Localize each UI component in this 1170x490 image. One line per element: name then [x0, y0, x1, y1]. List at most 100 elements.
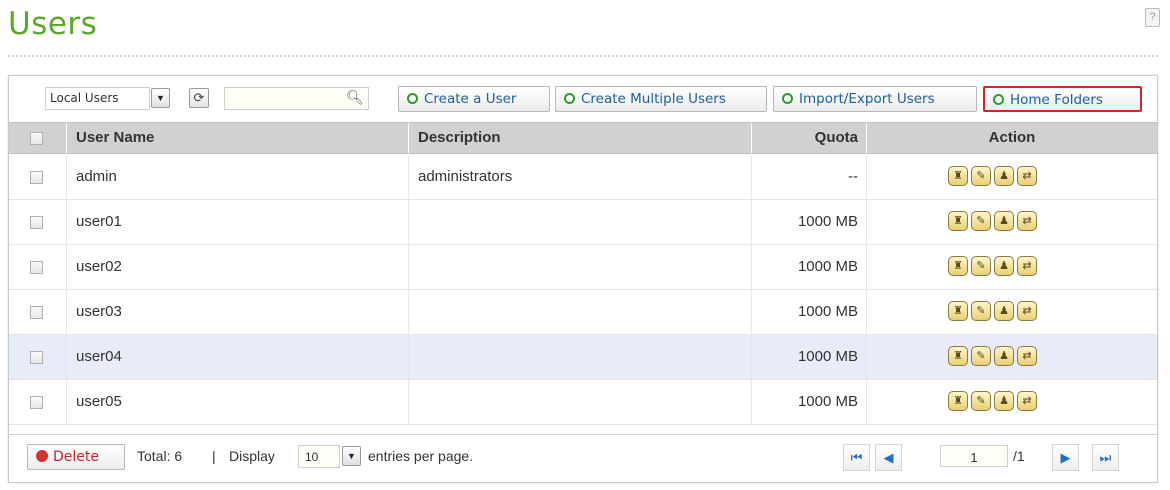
header-description[interactable]: Description [409, 123, 752, 153]
quota-cell: 1000 MB [752, 245, 867, 289]
total-pages: /1 [1013, 448, 1025, 464]
description-cell [409, 245, 752, 289]
quota-cell: -- [752, 155, 867, 199]
add-circle-icon [407, 93, 418, 104]
row-actions: ♜ ✎ ♟ ⇄ [948, 391, 1040, 413]
create-multiple-users-label: Create Multiple Users [581, 91, 726, 107]
row-checkbox[interactable] [30, 351, 43, 364]
quota-icon[interactable]: ♜ [948, 346, 968, 366]
create-multiple-users-button[interactable]: Create Multiple Users [555, 86, 767, 112]
delete-button[interactable]: Delete [27, 444, 125, 470]
header-action: Action [988, 129, 1036, 146]
user-name-cell: user05 [67, 380, 409, 424]
row-actions: ♜ ✎ ♟ ⇄ [948, 346, 1040, 368]
add-circle-icon [782, 93, 793, 104]
edit-icon[interactable]: ✎ [971, 391, 991, 411]
users-panel: Local Users ▼ ⟳ 🔍︎ Create a User Create … [8, 75, 1158, 483]
group-icon[interactable]: ♟ [994, 391, 1014, 411]
edit-icon[interactable]: ✎ [971, 346, 991, 366]
title-divider [8, 55, 1158, 57]
folder-permission-icon[interactable]: ⇄ [1017, 256, 1037, 276]
prev-page-icon[interactable]: ◀ [875, 444, 902, 471]
description-cell [409, 200, 752, 244]
description-cell [409, 290, 752, 334]
quota-icon[interactable]: ♜ [948, 301, 968, 321]
row-actions: ♜ ✎ ♟ ⇄ [948, 256, 1040, 278]
edit-icon[interactable]: ✎ [971, 166, 991, 186]
row-checkbox[interactable] [30, 396, 43, 409]
quota-cell: 1000 MB [752, 200, 867, 244]
create-user-label: Create a User [424, 91, 517, 107]
edit-icon[interactable]: ✎ [971, 301, 991, 321]
row-checkbox[interactable] [30, 216, 43, 229]
import-export-users-button[interactable]: Import/Export Users [773, 86, 977, 112]
quota-icon[interactable]: ♜ [948, 391, 968, 411]
quota-cell: 1000 MB [752, 290, 867, 334]
create-user-button[interactable]: Create a User [398, 86, 550, 112]
quota-cell: 1000 MB [752, 380, 867, 424]
header-select-cell [9, 123, 67, 153]
user-type-select[interactable]: Local Users [45, 87, 150, 110]
edit-icon[interactable]: ✎ [971, 256, 991, 276]
display-label: Display [229, 448, 275, 464]
import-export-users-label: Import/Export Users [799, 91, 935, 107]
row-actions: ♜ ✎ ♟ ⇄ [948, 166, 1040, 188]
folder-permission-icon[interactable]: ⇄ [1017, 391, 1037, 411]
group-icon[interactable]: ♟ [994, 211, 1014, 231]
header-user-name[interactable]: User Name [67, 123, 409, 153]
refresh-icon[interactable]: ⟳ [189, 88, 209, 108]
add-circle-icon [993, 94, 1004, 105]
edit-icon[interactable]: ✎ [971, 211, 991, 231]
home-folders-label: Home Folders [1010, 92, 1103, 108]
description-cell: administrators [409, 155, 752, 199]
row-checkbox[interactable] [30, 306, 43, 319]
page-size-dropdown-icon[interactable]: ▼ [342, 446, 361, 466]
table-row[interactable]: user05 1000 MB ♜ ✎ ♟ ⇄ [9, 380, 1157, 425]
quota-cell: 1000 MB [752, 335, 867, 379]
next-page-icon[interactable]: ▶ [1052, 444, 1079, 471]
home-folders-button[interactable]: Home Folders [983, 86, 1142, 112]
folder-permission-icon[interactable]: ⇄ [1017, 166, 1037, 186]
table-footer: Delete Total: 6 | Display 10 ▼ entries p… [9, 434, 1157, 482]
folder-permission-icon[interactable]: ⇄ [1017, 211, 1037, 231]
folder-permission-icon[interactable]: ⇄ [1017, 346, 1037, 366]
row-checkbox[interactable] [30, 261, 43, 274]
search-icon[interactable]: 🔍︎ [346, 89, 364, 106]
help-icon[interactable]: ? [1145, 8, 1160, 27]
delete-circle-icon [36, 450, 48, 462]
select-all-checkbox[interactable] [30, 132, 43, 145]
page-size-select[interactable]: 10 [298, 445, 340, 468]
user-type-dropdown-icon[interactable]: ▼ [151, 88, 170, 108]
user-name-cell: user01 [67, 200, 409, 244]
table-row[interactable]: admin administrators -- ♜ ✎ ♟ ⇄ [9, 155, 1157, 200]
entries-per-page-label: entries per page. [368, 448, 474, 464]
quota-icon[interactable]: ♜ [948, 211, 968, 231]
user-name-cell: admin [67, 155, 409, 199]
user-name-cell: user03 [67, 290, 409, 334]
user-name-cell: user04 [67, 335, 409, 379]
last-page-icon[interactable]: ⏭︎ [1092, 444, 1119, 471]
group-icon[interactable]: ♟ [994, 346, 1014, 366]
group-icon[interactable]: ♟ [994, 166, 1014, 186]
first-page-icon[interactable]: ⏮︎ [843, 444, 870, 471]
table-row[interactable]: user01 1000 MB ♜ ✎ ♟ ⇄ [9, 200, 1157, 245]
toolbar: Local Users ▼ ⟳ 🔍︎ Create a User Create … [9, 76, 1157, 122]
table-row[interactable]: user02 1000 MB ♜ ✎ ♟ ⇄ [9, 245, 1157, 290]
header-quota[interactable]: Quota [752, 123, 867, 153]
table-row[interactable]: user03 1000 MB ♜ ✎ ♟ ⇄ [9, 290, 1157, 335]
table-row[interactable]: user04 1000 MB ♜ ✎ ♟ ⇄ [9, 335, 1157, 380]
add-circle-icon [564, 93, 575, 104]
group-icon[interactable]: ♟ [994, 256, 1014, 276]
row-checkbox[interactable] [30, 171, 43, 184]
total-count: Total: 6 [137, 448, 183, 464]
quota-icon[interactable]: ♜ [948, 256, 968, 276]
footer-separator: | [212, 448, 216, 464]
folder-permission-icon[interactable]: ⇄ [1017, 301, 1037, 321]
description-cell [409, 380, 752, 424]
group-icon[interactable]: ♟ [994, 301, 1014, 321]
page-number-input[interactable] [940, 445, 1008, 467]
quota-icon[interactable]: ♜ [948, 166, 968, 186]
user-name-cell: user02 [67, 245, 409, 289]
delete-label: Delete [53, 449, 99, 465]
row-actions: ♜ ✎ ♟ ⇄ [948, 301, 1040, 323]
